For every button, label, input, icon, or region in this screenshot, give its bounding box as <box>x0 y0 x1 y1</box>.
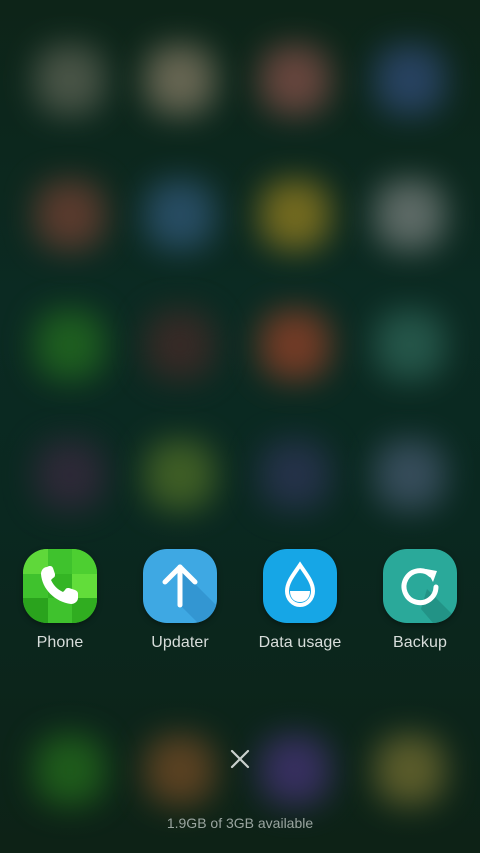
refresh-icon[interactable] <box>383 549 457 623</box>
water-drop-icon[interactable] <box>263 549 337 623</box>
blurred-app-icon <box>375 45 445 115</box>
blurred-app-icon <box>260 180 330 250</box>
blurred-app-icon <box>145 735 215 805</box>
app-label: Phone <box>36 634 84 651</box>
recent-app-data-usage[interactable]: Data usage <box>245 549 355 652</box>
recent-app-updater[interactable]: Updater <box>125 549 235 652</box>
blurred-app-icon <box>145 310 215 380</box>
blurred-app-icon <box>145 440 215 510</box>
blurred-app-icon <box>260 310 330 380</box>
blurred-app-icon <box>35 735 105 805</box>
recent-apps-screen: Phone Updater Data usage Backup 1.9GB of… <box>0 0 480 853</box>
blurred-app-icon <box>35 440 105 510</box>
blurred-app-icon <box>145 45 215 115</box>
close-icon <box>230 749 250 769</box>
app-label: Backup <box>393 634 447 651</box>
blurred-app-icon <box>35 45 105 115</box>
blurred-app-icon <box>35 180 105 250</box>
blurred-app-icon <box>375 180 445 250</box>
close-all-button[interactable] <box>222 741 258 777</box>
blurred-app-icon <box>145 180 215 250</box>
memory-status: 1.9GB of 3GB available <box>166 815 314 831</box>
blurred-app-icon <box>35 310 105 380</box>
blurred-app-icon <box>375 735 445 805</box>
phone-icon[interactable] <box>23 549 97 623</box>
blurred-app-icon <box>375 310 445 380</box>
recent-app-backup[interactable]: Backup <box>365 549 475 652</box>
blurred-app-icon <box>260 440 330 510</box>
blurred-app-icon <box>375 440 445 510</box>
recent-app-phone[interactable]: Phone <box>5 549 115 652</box>
upload-arrow-icon[interactable] <box>143 549 217 623</box>
app-label: Updater <box>151 634 209 651</box>
blurred-app-icon <box>260 45 330 115</box>
app-label: Data usage <box>258 634 342 651</box>
blurred-app-icon <box>260 735 330 805</box>
